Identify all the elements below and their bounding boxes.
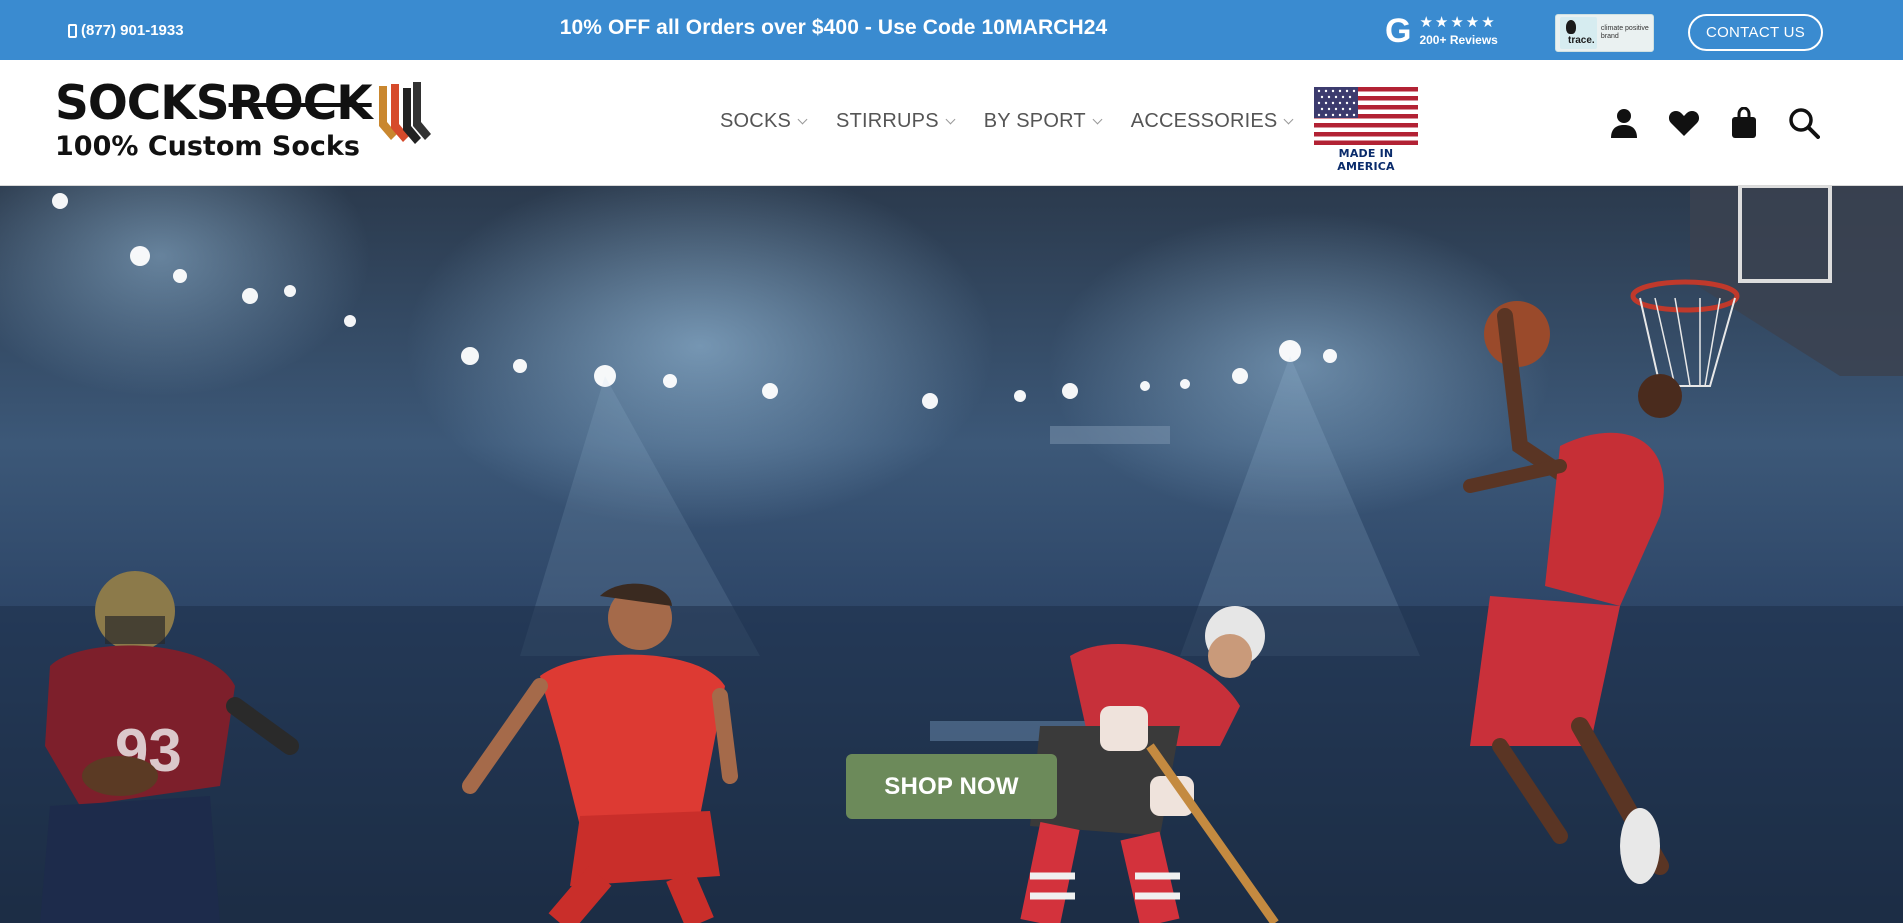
made-in-america-badge: MADE IN AMERICA (1314, 87, 1418, 173)
reviews-count: 200+ Reviews (1419, 33, 1498, 47)
nav-item-accessories[interactable]: ACCESSORIES (1130, 110, 1294, 133)
search-icon (1789, 108, 1820, 139)
shop-now-button[interactable]: SHOP NOW (846, 754, 1057, 819)
search-button[interactable] (1788, 105, 1820, 141)
google-icon: G (1385, 12, 1412, 50)
logo-part-socks: SOCKS (55, 76, 230, 131)
rating-stars-icon: ★★★★★ (1419, 14, 1497, 31)
account-button[interactable] (1608, 105, 1640, 141)
contact-us-button[interactable]: CONTACT US (1688, 14, 1823, 51)
bag-icon (1732, 107, 1756, 138)
socks-logo-icon (379, 82, 431, 144)
nav-label: SOCKS (720, 110, 792, 132)
us-flag-icon (1314, 87, 1418, 145)
site-header: SOCKSROCK 100% Custom Socks SOCKS STIRRU… (0, 60, 1903, 186)
header-actions (1608, 105, 1820, 141)
site-logo[interactable]: SOCKSROCK 100% Custom Socks (55, 80, 431, 162)
nav-label: STIRRUPS (836, 110, 939, 132)
trace-icon (1566, 20, 1576, 34)
logo-tagline: 100% Custom Socks (55, 131, 360, 162)
logo-part-rock: ROCK (228, 76, 373, 131)
made-in-america-label: MADE IN AMERICA (1337, 147, 1395, 173)
heart-icon (1668, 111, 1700, 136)
chevron-down-icon (797, 114, 808, 124)
climate-positive-badge[interactable]: trace. climate positive brand (1555, 14, 1654, 52)
chevron-down-icon (1092, 114, 1103, 124)
chevron-down-icon (945, 114, 956, 124)
hero-banner: 93 SHOP NOW (0, 186, 1903, 923)
google-reviews-badge[interactable]: G ★★★★★ 200+ Reviews (1385, 14, 1498, 48)
cart-button[interactable] (1728, 105, 1760, 141)
nav-item-socks[interactable]: SOCKS (720, 110, 808, 133)
nav-label: ACCESSORIES (1130, 110, 1278, 132)
wishlist-button[interactable] (1668, 105, 1700, 141)
announcement-bar: (877) 901-1933 10% OFF all Orders over $… (0, 0, 1903, 60)
trace-logo: trace. (1560, 17, 1597, 49)
nav-item-by-sport[interactable]: BY SPORT (983, 110, 1103, 133)
trace-word: trace. (1568, 35, 1595, 46)
user-icon (1611, 109, 1637, 138)
logo-wordmark: SOCKSROCK (55, 80, 373, 127)
trace-badge-text: climate positive brand (1600, 25, 1649, 40)
nav-label: BY SPORT (983, 110, 1086, 132)
main-nav: SOCKS STIRRUPS BY SPORT ACCESSORIES (720, 110, 1294, 133)
nav-item-stirrups[interactable]: STIRRUPS (836, 110, 956, 133)
chevron-down-icon (1284, 114, 1294, 124)
